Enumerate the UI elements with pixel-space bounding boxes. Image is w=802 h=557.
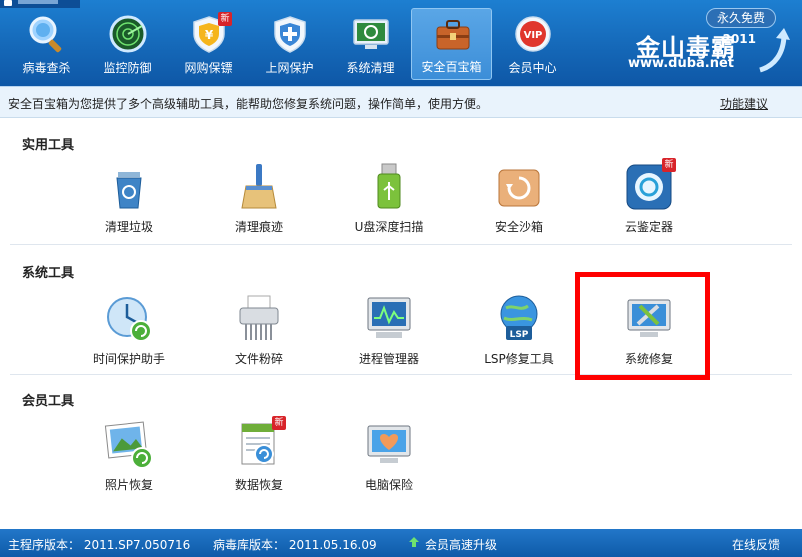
tool-label: 云鉴定器 [624, 220, 673, 234]
pc-insurance-icon [367, 425, 411, 463]
clock-icon [107, 297, 152, 342]
recycle-bin-icon [116, 172, 142, 209]
brand-url: www.duba.net [628, 56, 734, 71]
section-title: 系统工具 [22, 266, 75, 281]
tool-label: 进程管理器 [358, 352, 419, 366]
process-monitor-icon [367, 297, 411, 338]
member-upgrade-link[interactable]: 会员高速升级 [425, 536, 497, 553]
free-forever-badge: 永久免费 [705, 8, 776, 28]
nav-label: 系统清理 [346, 61, 395, 75]
brand-swoosh-icon [759, 28, 790, 73]
tool-photo-recovery[interactable]: 照片恢复 [74, 420, 184, 510]
tool-process-manager[interactable]: 进程管理器 [334, 294, 444, 384]
window-title-strip [0, 0, 80, 8]
top-header: 病毒查杀 监控防御 ¥ 新 网购保镖 上网保护 系统清理 安全百宝箱 VIP 会… [0, 0, 802, 86]
tool-cloud-identifier[interactable]: 新 云鉴定器 [594, 158, 704, 252]
nav-system-clean[interactable]: 系统清理 [330, 8, 411, 80]
nav-virus-scan[interactable]: 病毒查杀 [6, 8, 87, 80]
new-badge: 新 [218, 12, 232, 26]
tool-pc-insurance[interactable]: 电脑保险 [334, 420, 444, 510]
tool-file-shredder[interactable]: 文件粉碎 [204, 294, 314, 384]
section-title: 会员工具 [22, 394, 75, 409]
highlight-box [575, 272, 710, 380]
tool-label: 数据恢复 [234, 478, 283, 492]
svg-text:¥: ¥ [205, 28, 214, 42]
tool-label: LSP修复工具 [484, 352, 554, 366]
nav-monitor[interactable]: 监控防御 [87, 8, 168, 80]
usb-drive-icon [377, 163, 401, 209]
virus-db-version: 病毒库版本： 2011.05.16.09 [213, 538, 377, 552]
online-feedback-link[interactable]: 在线反馈 [732, 536, 780, 553]
vip-icon: VIP [515, 16, 551, 52]
new-badge: 新 [662, 158, 676, 172]
recycle-monitor-icon [353, 19, 389, 49]
app-mini-icon [4, 0, 12, 6]
shield-icon [274, 16, 306, 53]
brand-year: 2011 [722, 32, 756, 46]
program-version: 主程序版本： 2011.SP7.050716 [8, 538, 191, 552]
toolbox-description: 安全百宝箱为您提供了多个高级辅助工具，能帮助您修复系统问题，操作简单，使用方便。 [8, 97, 489, 111]
tool-label: U盘深度扫描 [354, 220, 424, 234]
tool-label: 照片恢复 [104, 478, 153, 492]
toolbox-icon [436, 20, 470, 50]
tool-clean-traces[interactable]: 清理痕迹 [204, 162, 314, 252]
tool-label: 文件粉碎 [234, 352, 283, 366]
section-practical-tools: 实用工具 清理垃圾 清理痕迹 U盘深度扫描 安全沙箱 新 云鉴定器 [10, 122, 792, 246]
section-title: 实用工具 [22, 138, 75, 153]
nav-label: 监控防御 [103, 61, 152, 75]
tool-label: 时间保护助手 [92, 352, 165, 366]
tool-security-sandbox[interactable]: 安全沙箱 [464, 162, 574, 252]
tool-usb-deep-scan[interactable]: U盘深度扫描 [334, 162, 444, 252]
tool-label: 安全沙箱 [494, 220, 543, 234]
svg-text:VIP: VIP [524, 30, 543, 41]
tool-lsp-repair[interactable]: LSP LSP修复工具 [464, 294, 574, 384]
tool-time-protection[interactable]: 时间保护助手 [74, 294, 184, 384]
info-bar: 安全百宝箱为您提供了多个高级辅助工具，能帮助您修复系统问题，操作简单，使用方便。… [0, 86, 802, 118]
tool-label: 清理痕迹 [234, 220, 283, 234]
brand-area: 永久免费 金山毒霸 2011 www.duba.net [604, 6, 794, 78]
nav-security-toolbox[interactable]: 安全百宝箱 [411, 8, 492, 80]
nav-label: 网购保镖 [184, 61, 233, 75]
window-title-fragment [18, 0, 58, 4]
section-member-tools: 会员工具 照片恢复 新 数据恢复 电脑保险 [10, 378, 792, 526]
photo-restore-icon [104, 421, 153, 469]
feature-suggestion-link[interactable]: 功能建议 [720, 95, 768, 112]
nav-label: 病毒查杀 [22, 61, 71, 75]
magnifier-icon [29, 16, 62, 53]
sandbox-icon [498, 169, 540, 207]
tool-data-recovery[interactable]: 新 数据恢复 [204, 416, 314, 510]
section-divider [10, 244, 792, 245]
tool-label: 清理垃圾 [104, 220, 153, 234]
shredder-icon [239, 295, 279, 340]
nav-label: 上网保护 [265, 61, 314, 75]
svg-text:LSP: LSP [510, 330, 529, 340]
status-bar: 主程序版本： 2011.SP7.050716 病毒库版本： 2011.05.16… [0, 529, 802, 557]
tool-label: 电脑保险 [364, 478, 413, 492]
upgrade-arrow-icon [409, 537, 419, 547]
nav-web-protection[interactable]: 上网保护 [249, 8, 330, 80]
lsp-globe-icon: LSP [500, 295, 538, 340]
tool-clean-junk[interactable]: 清理垃圾 [74, 162, 184, 252]
nav-label: 会员中心 [508, 61, 557, 75]
radar-icon [109, 15, 147, 53]
broom-icon [241, 164, 277, 209]
nav-member-center[interactable]: VIP 会员中心 [492, 8, 573, 80]
main-nav: 病毒查杀 监控防御 ¥ 新 网购保镖 上网保护 系统清理 安全百宝箱 VIP 会… [6, 8, 573, 84]
nav-label: 安全百宝箱 [421, 60, 482, 74]
nav-shopping-guard[interactable]: ¥ 新 网购保镖 [168, 8, 249, 80]
new-badge: 新 [272, 416, 286, 430]
